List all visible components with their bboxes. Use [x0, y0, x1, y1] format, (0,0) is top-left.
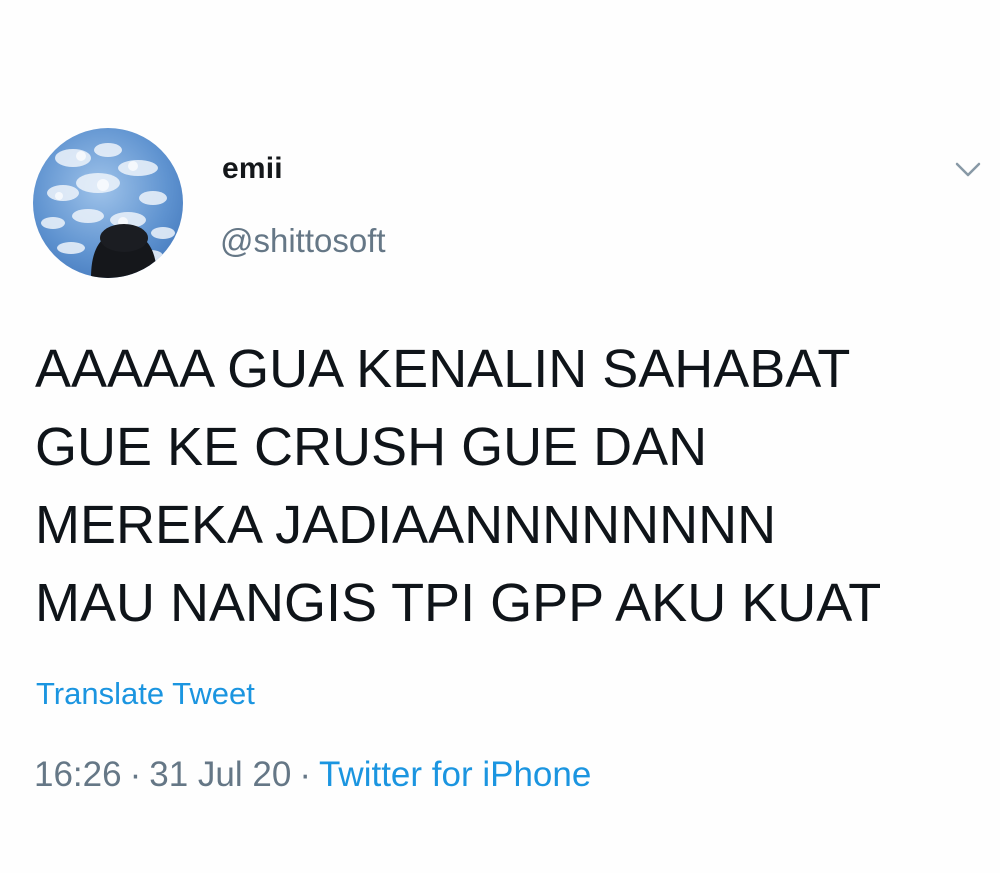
tweet-text-line: MAU NANGIS TPI GPP AKU KUAT: [35, 573, 882, 633]
tweet-text-line: MEREKA JADIAANNNNNNNN: [35, 495, 777, 555]
tweet-text: AAAAA GUA KENALIN SAHABAT GUE KE CRUSH G…: [35, 330, 975, 642]
tweet-meta: 16:26 · 31 Jul 20 · Twitter for iPhone: [34, 755, 591, 795]
chevron-down-icon[interactable]: [950, 150, 986, 186]
tweet-text-line: GUE KE CRUSH GUE DAN: [35, 417, 708, 477]
separator: ·: [129, 755, 142, 794]
avatar[interactable]: [33, 128, 183, 278]
separator: ·: [299, 755, 311, 794]
tweet-time[interactable]: 16:26: [34, 755, 122, 794]
translate-tweet-link[interactable]: Translate Tweet: [36, 676, 255, 712]
tweet-source-link[interactable]: Twitter for iPhone: [319, 755, 591, 794]
tweet-date[interactable]: 31 Jul 20: [149, 755, 291, 794]
tweet-card: emii @shittosoft AAAAA GUA KENALIN SAHAB…: [0, 0, 1000, 873]
author-display-name[interactable]: emii: [222, 152, 283, 186]
avatar-image: [33, 128, 183, 278]
tweet-text-line: AAAAA GUA KENALIN SAHABAT: [35, 339, 851, 399]
author-handle[interactable]: @shittosoft: [220, 222, 386, 260]
